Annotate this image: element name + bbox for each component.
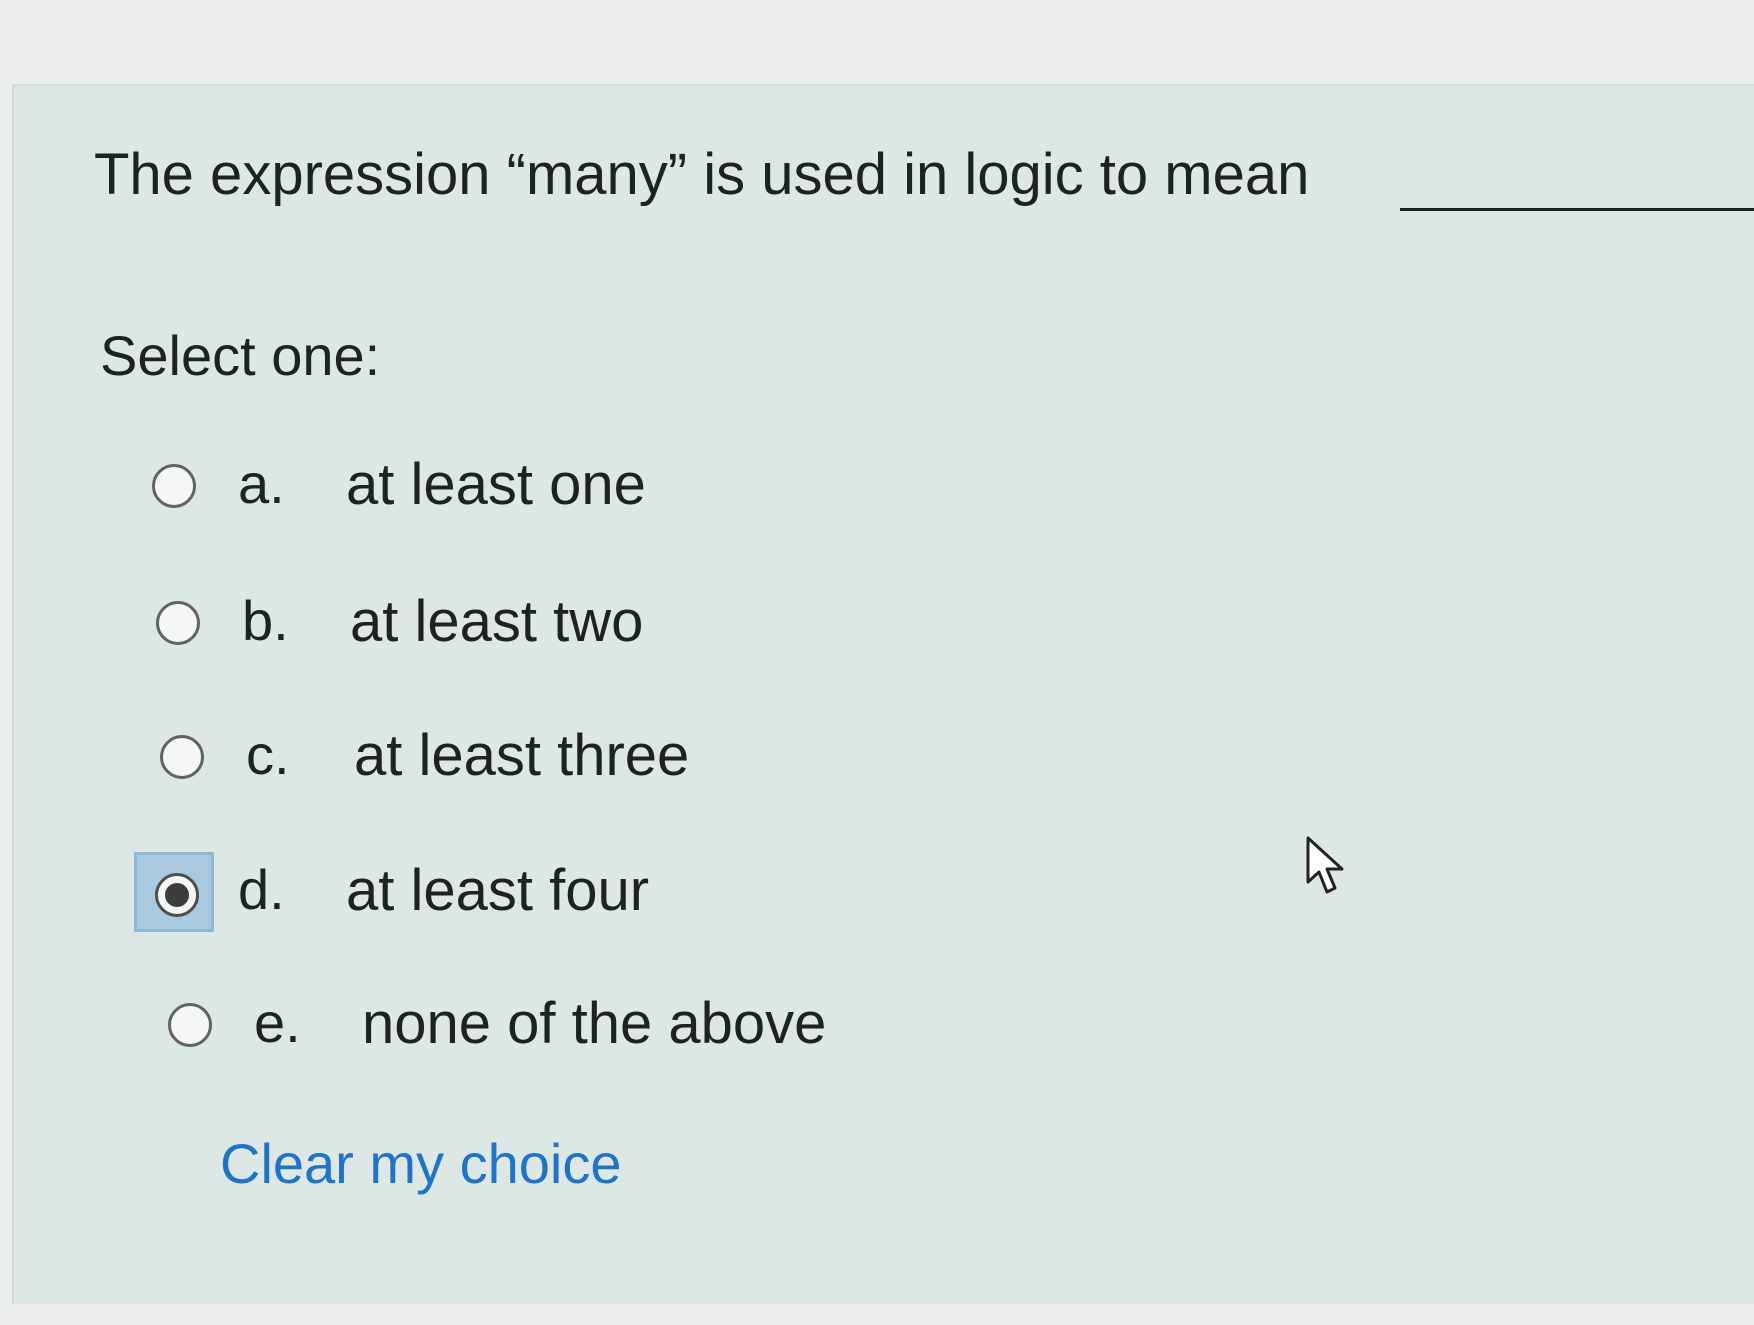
radio-button-e[interactable] [168, 1003, 212, 1047]
option-e-radio-wrap[interactable] [150, 985, 230, 1065]
radio-button-c[interactable] [160, 735, 204, 779]
option-b-text: at least two [350, 589, 644, 654]
option-d-radio-wrap[interactable] [134, 852, 214, 932]
answer-blank-line [1400, 208, 1754, 211]
option-b[interactable]: b. at least two [138, 583, 898, 663]
option-b-letter: b. [242, 589, 289, 652]
radio-button-b[interactable] [156, 601, 200, 645]
option-a-text: at least one [346, 452, 646, 517]
option-d-text: at least four [346, 858, 650, 923]
clear-my-choice-link[interactable]: Clear my choice [220, 1136, 621, 1192]
option-a-radio-wrap[interactable] [134, 446, 214, 526]
option-a[interactable]: a. at least one [134, 446, 894, 526]
select-one-prompt: Select one: [100, 324, 381, 387]
option-c-radio-wrap[interactable] [142, 717, 222, 797]
option-e-letter: e. [254, 991, 301, 1054]
option-d-letter: d. [238, 858, 285, 921]
option-e[interactable]: e. none of the above [150, 985, 910, 1065]
option-c-text: at least three [354, 723, 690, 788]
radio-button-d[interactable] [155, 873, 199, 917]
option-d[interactable]: d. at least four [134, 852, 894, 932]
option-c-letter: c. [246, 723, 290, 786]
option-b-radio-wrap[interactable] [138, 583, 218, 663]
pointer-arrow-icon [1306, 836, 1344, 894]
option-c[interactable]: c. at least three [142, 717, 902, 797]
radio-button-a[interactable] [152, 464, 196, 508]
question-text: The expression “many” is used in logic t… [94, 142, 1310, 207]
question-panel: The expression “many” is used in logic t… [12, 84, 1754, 1304]
option-e-text: none of the above [362, 991, 827, 1056]
option-a-letter: a. [238, 452, 285, 515]
